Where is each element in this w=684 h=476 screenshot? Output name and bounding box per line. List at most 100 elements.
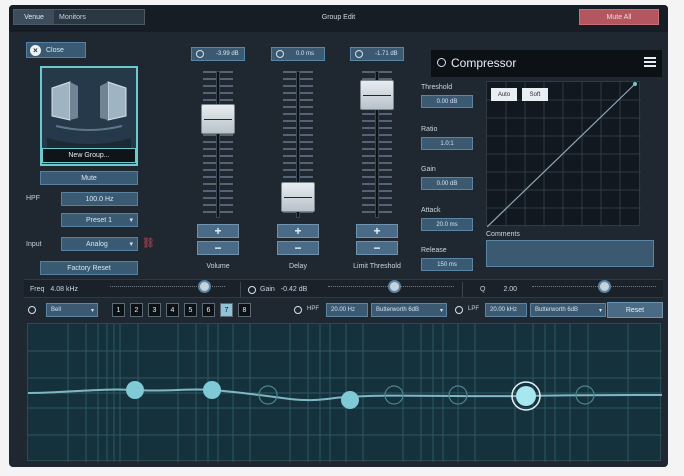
fader-cap[interactable] bbox=[360, 80, 394, 111]
power-icon[interactable] bbox=[355, 50, 363, 58]
fader-cap[interactable] bbox=[201, 103, 235, 134]
fader-value-box[interactable]: -3.99 dB bbox=[191, 47, 245, 61]
release-label: Release bbox=[421, 247, 447, 254]
mute-button[interactable]: Mute bbox=[40, 171, 138, 185]
preset-value: Preset 1 bbox=[86, 216, 113, 224]
auto-button[interactable]: Auto bbox=[491, 88, 517, 101]
band-button-5[interactable]: 5 bbox=[184, 303, 197, 317]
divider bbox=[240, 282, 241, 297]
power-icon[interactable] bbox=[437, 58, 446, 67]
threshold-label: Threshold bbox=[421, 84, 453, 91]
fader-value: 0.0 ms bbox=[296, 51, 315, 57]
preset-select[interactable]: Preset 1 ▾ bbox=[61, 213, 138, 227]
q-slider-knob[interactable] bbox=[598, 280, 611, 293]
reset-button[interactable]: Reset bbox=[607, 302, 663, 318]
mute-all-button[interactable]: Mute All bbox=[579, 9, 659, 25]
eq-curve-display bbox=[27, 324, 663, 462]
threshold-value[interactable]: 0.00 dB bbox=[421, 95, 473, 108]
attack-value[interactable]: 20.0 ms bbox=[421, 218, 473, 231]
chevron-down-icon: ▾ bbox=[129, 217, 133, 224]
top-bar: Venue Monitors Group Edit Mute All bbox=[9, 5, 668, 32]
band-button-6[interactable]: 6 bbox=[202, 303, 215, 317]
band-button-4[interactable]: 4 bbox=[166, 303, 179, 317]
menu-icon[interactable] bbox=[644, 57, 656, 68]
fader-label: Delay bbox=[289, 263, 307, 270]
increment-button[interactable]: + bbox=[356, 224, 398, 238]
band-button-8[interactable]: 8 bbox=[238, 303, 251, 317]
hpf-value[interactable]: 100.0 Hz bbox=[61, 192, 138, 206]
increment-button[interactable]: + bbox=[277, 224, 319, 238]
new-group-button[interactable]: New Group... bbox=[42, 148, 136, 163]
factory-reset-button[interactable]: Factory Reset bbox=[40, 261, 138, 275]
param-gain-value: -0.42 dB bbox=[280, 286, 308, 293]
group-image[interactable]: New Group... bbox=[40, 66, 138, 166]
close-icon: × bbox=[30, 44, 41, 56]
link-icon[interactable]: ⛓ bbox=[142, 238, 155, 249]
eq-band-node-selected bbox=[516, 386, 536, 406]
chevron-down-icon: ▾ bbox=[598, 307, 602, 314]
attack-label: Attack bbox=[421, 207, 441, 214]
q-param: Q 2.00 bbox=[480, 280, 517, 299]
divider bbox=[462, 282, 463, 297]
ratio-value[interactable]: 1.0:1 bbox=[421, 137, 473, 150]
eq-type-value: Bell bbox=[51, 307, 62, 313]
transfer-curve bbox=[486, 82, 641, 228]
comments-label: Comments bbox=[486, 231, 520, 238]
gain-slider-knob[interactable] bbox=[388, 280, 401, 293]
page-title: Group Edit bbox=[321, 14, 356, 21]
fader-value: -3.99 dB bbox=[216, 51, 239, 57]
eq-hpf-value[interactable]: 20.00 Hz bbox=[326, 303, 368, 317]
freq-label: Freq bbox=[30, 286, 45, 293]
fader-cap[interactable] bbox=[281, 182, 315, 213]
power-icon[interactable] bbox=[455, 306, 463, 314]
param-gain-label: Gain bbox=[260, 286, 275, 293]
eq-type-select[interactable]: Bell ▾ bbox=[46, 303, 98, 317]
band-button-1[interactable]: 1 bbox=[112, 303, 125, 317]
chevron-down-icon: ▾ bbox=[90, 307, 94, 314]
power-icon[interactable] bbox=[294, 306, 302, 314]
decrement-button[interactable]: − bbox=[356, 241, 398, 255]
freq-slider[interactable] bbox=[110, 280, 225, 293]
close-label: Close bbox=[46, 46, 64, 54]
eq-lpf-value[interactable]: 20.00 kHz bbox=[485, 303, 527, 317]
gain-value[interactable]: 0.00 dB bbox=[421, 177, 473, 190]
release-value[interactable]: 150 ms bbox=[421, 258, 473, 271]
power-icon[interactable] bbox=[248, 285, 256, 294]
fader-value-box[interactable]: -1.71 dB bbox=[350, 47, 404, 61]
eq-band-node bbox=[203, 381, 221, 399]
gain-slider[interactable] bbox=[328, 280, 454, 293]
decrement-button[interactable]: − bbox=[277, 241, 319, 255]
q-label: Q bbox=[480, 286, 486, 293]
fader-track[interactable] bbox=[216, 71, 220, 218]
close-button[interactable]: × Close bbox=[26, 42, 86, 58]
compressor-transfer-graph[interactable] bbox=[486, 81, 641, 228]
freq-value: 4.08 kHz bbox=[50, 286, 79, 293]
freq-param: Freq 4.08 kHz bbox=[30, 280, 78, 299]
soft-button[interactable]: Soft bbox=[522, 88, 548, 101]
input-label: Input bbox=[26, 241, 42, 248]
power-icon[interactable] bbox=[276, 50, 284, 58]
eq-band-node bbox=[126, 381, 144, 399]
power-icon[interactable] bbox=[28, 306, 36, 314]
fader-value-box[interactable]: 0.0 ms bbox=[271, 47, 325, 61]
band-button-7[interactable]: 7 bbox=[220, 303, 233, 317]
q-slider[interactable] bbox=[532, 280, 656, 293]
input-select[interactable]: Analog ▾ bbox=[61, 237, 138, 251]
group-edit-window: Venue Monitors Group Edit Mute All × Clo… bbox=[9, 5, 668, 467]
eq-toolbar: Bell ▾ 12345678 HPF 20.00 Hz Butterworth… bbox=[24, 302, 663, 320]
band-button-2[interactable]: 2 bbox=[130, 303, 143, 317]
increment-button[interactable]: + bbox=[197, 224, 239, 238]
fader-value: -1.71 dB bbox=[375, 51, 398, 57]
band-button-3[interactable]: 3 bbox=[148, 303, 161, 317]
lpf-label: LPF bbox=[468, 306, 480, 312]
freq-slider-knob[interactable] bbox=[198, 280, 211, 293]
compressor-title: Compressor bbox=[451, 56, 517, 70]
eq-lpf-filter-select[interactable]: Butterworth 6dB ▾ bbox=[530, 303, 606, 317]
eq-graph[interactable] bbox=[27, 323, 663, 462]
decrement-button[interactable]: − bbox=[197, 241, 239, 255]
comments-field[interactable] bbox=[486, 240, 654, 267]
eq-hpf-filter-select[interactable]: Butterworth 6dB ▾ bbox=[371, 303, 447, 317]
power-icon[interactable] bbox=[196, 50, 204, 58]
chevron-down-icon: ▾ bbox=[129, 241, 133, 248]
input-value: Analog bbox=[86, 240, 108, 248]
